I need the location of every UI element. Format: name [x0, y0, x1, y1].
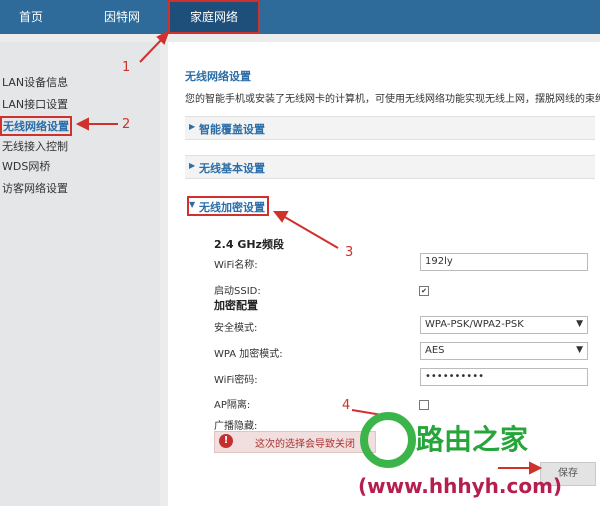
- annotation-arrowhead-2: [75, 117, 89, 131]
- annotation-arrow-3: [282, 215, 339, 249]
- watermark-logo-text: 路由之家: [416, 423, 529, 456]
- annotation-arrow-1: [139, 37, 164, 63]
- annotation-arrowhead-3: [272, 211, 289, 223]
- annotation-number-1: 1: [122, 60, 131, 75]
- watermark-logo-icon: [360, 412, 416, 468]
- annotation-arrowhead-5: [529, 461, 543, 475]
- watermark-url: (www.hhhyh.com): [358, 474, 563, 498]
- annotation-number-3: 3: [345, 245, 354, 260]
- annotation-number-4: 4: [342, 398, 351, 413]
- annotation-number-2: 2: [122, 117, 131, 132]
